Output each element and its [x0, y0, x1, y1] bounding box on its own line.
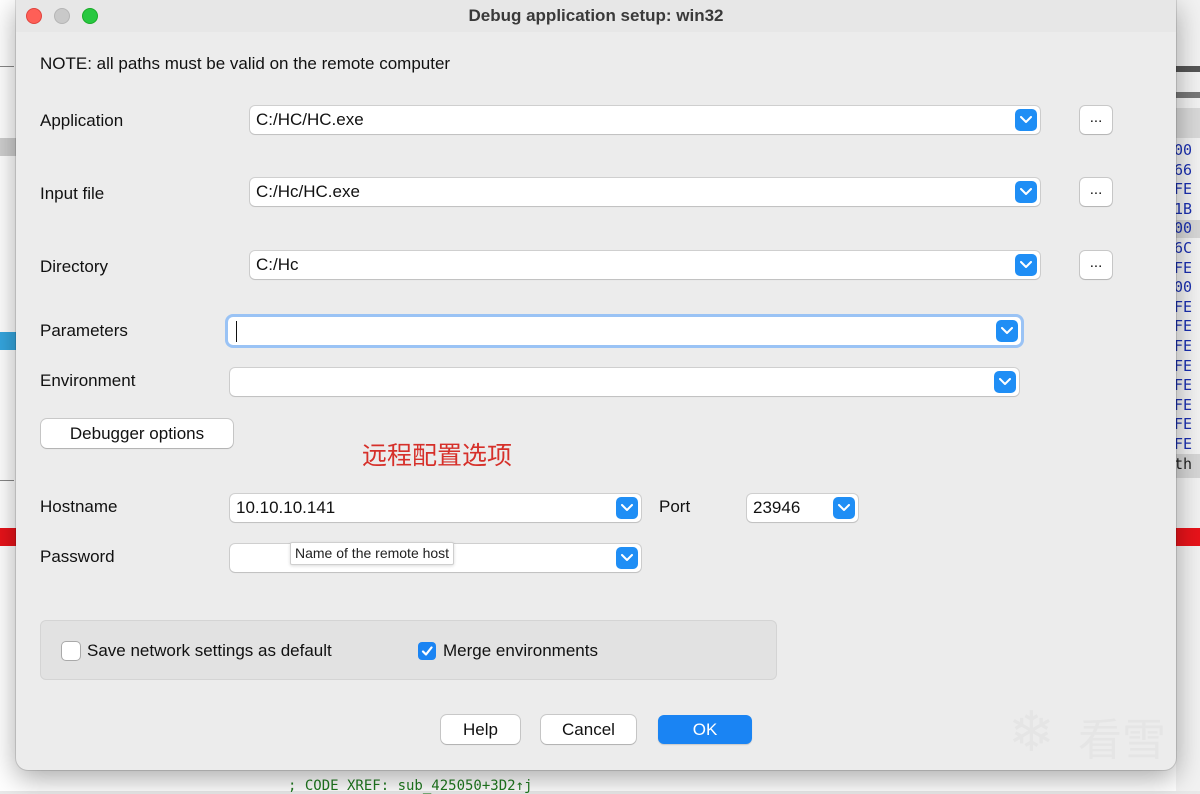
- hex-value: 00: [1174, 219, 1193, 238]
- hostname-value: 10.10.10.141: [236, 498, 336, 517]
- cancel-button[interactable]: Cancel: [541, 715, 636, 744]
- chevron-down-icon[interactable]: [996, 320, 1018, 342]
- panel-gray-block: [1176, 108, 1200, 138]
- input-file-combo[interactable]: C:/Hc/HC.exe: [250, 178, 1040, 206]
- merge-environments-label[interactable]: Merge environments: [443, 641, 598, 661]
- parameters-combo[interactable]: [228, 317, 1021, 345]
- chevron-down-icon[interactable]: [1015, 181, 1037, 203]
- environment-combo[interactable]: [230, 368, 1019, 396]
- hex-value: FE: [1174, 180, 1193, 199]
- port-label: Port: [659, 497, 691, 516]
- options-group: Save network settings as default Merge e…: [40, 620, 777, 680]
- hex-value: FE: [1174, 356, 1193, 375]
- application-label: Application: [40, 111, 124, 130]
- chevron-down-icon[interactable]: [616, 497, 638, 519]
- hex-value: FE: [1174, 297, 1193, 316]
- watermark: ❄ 看雪: [1008, 700, 1178, 770]
- hex-value: FE: [1174, 376, 1193, 395]
- checkmark-icon: [421, 646, 433, 656]
- input-file-value: C:/Hc/HC.exe: [256, 182, 360, 201]
- hex-value: 1B: [1174, 199, 1193, 218]
- gutter-dash: [0, 480, 14, 481]
- paths-note: NOTE: all paths must be valid on the rem…: [40, 54, 451, 73]
- hex-value: FE: [1174, 258, 1193, 277]
- chevron-down-icon[interactable]: [833, 497, 855, 519]
- hex-value: 6C: [1174, 238, 1193, 257]
- hostname-label: Hostname: [40, 497, 118, 516]
- hex-value: 66: [1174, 160, 1193, 179]
- directory-value: C:/Hc: [256, 255, 299, 274]
- text-caret: [236, 321, 237, 342]
- port-combo[interactable]: 23946: [747, 494, 858, 522]
- hex-tail: th: [1174, 454, 1193, 473]
- background-red-line: [0, 528, 16, 546]
- chevron-down-icon[interactable]: [1015, 109, 1037, 131]
- hostname-combo[interactable]: 10.10.10.141: [230, 494, 641, 522]
- hex-value: 00: [1174, 141, 1193, 159]
- window-title: Debug application setup: win32: [468, 6, 724, 25]
- background-code-line: ; CODE XREF: sub_425050+3D2↑j: [288, 778, 533, 794]
- background-left-gutter: [0, 0, 16, 791]
- chevron-down-icon[interactable]: [616, 547, 638, 569]
- browse-directory-button[interactable]: ...: [1080, 251, 1112, 279]
- gutter-highlight: [0, 138, 16, 156]
- directory-combo[interactable]: C:/Hc: [250, 251, 1040, 279]
- hex-value: FE: [1174, 317, 1193, 336]
- help-button[interactable]: Help: [441, 715, 520, 744]
- password-label: Password: [40, 547, 115, 566]
- hex-value: 00: [1174, 278, 1193, 297]
- save-network-checkbox[interactable]: [62, 642, 80, 660]
- debugger-options-button[interactable]: Debugger options: [41, 419, 233, 448]
- port-value: 23946: [753, 498, 801, 517]
- environment-label: Environment: [40, 371, 136, 390]
- title-bar: Debug application setup: win32: [16, 0, 1176, 32]
- gutter-selection: [0, 332, 16, 350]
- browse-application-button[interactable]: ...: [1080, 106, 1112, 134]
- hex-value: FE: [1174, 434, 1193, 453]
- input-file-label: Input file: [40, 184, 105, 203]
- hostname-tooltip: Name of the remote host: [290, 542, 455, 565]
- background-red-line: [1176, 528, 1200, 546]
- application-value: C:/HC/HC.exe: [256, 110, 364, 129]
- browse-input-file-button[interactable]: ...: [1080, 178, 1112, 206]
- panel-bar: [1176, 92, 1200, 98]
- hex-value: FE: [1174, 395, 1193, 414]
- application-combo[interactable]: C:/HC/HC.exe: [250, 106, 1040, 134]
- snowflake-icon: ❄: [1008, 700, 1055, 763]
- hex-value: FE: [1174, 415, 1193, 434]
- parameters-label: Parameters: [40, 321, 128, 340]
- ok-button[interactable]: OK: [658, 715, 752, 744]
- red-annotation-text: 远程配置选项: [362, 441, 513, 470]
- chevron-down-icon[interactable]: [1015, 254, 1037, 276]
- chevron-down-icon[interactable]: [994, 371, 1016, 393]
- debug-setup-dialog: Debug application setup: win32 NOTE: all…: [16, 0, 1176, 770]
- hex-value: FE: [1174, 336, 1193, 355]
- directory-label: Directory: [40, 257, 109, 276]
- merge-environments-checkbox[interactable]: [418, 642, 436, 660]
- panel-bar: [1176, 66, 1200, 72]
- hex-column: 00 66 FE 1B 00 6C FE 00 FE FE FE FE FE F…: [1174, 141, 1200, 474]
- watermark-text: 看雪: [1078, 715, 1166, 766]
- gutter-dash: [0, 66, 14, 67]
- save-network-label[interactable]: Save network settings as default: [87, 641, 332, 661]
